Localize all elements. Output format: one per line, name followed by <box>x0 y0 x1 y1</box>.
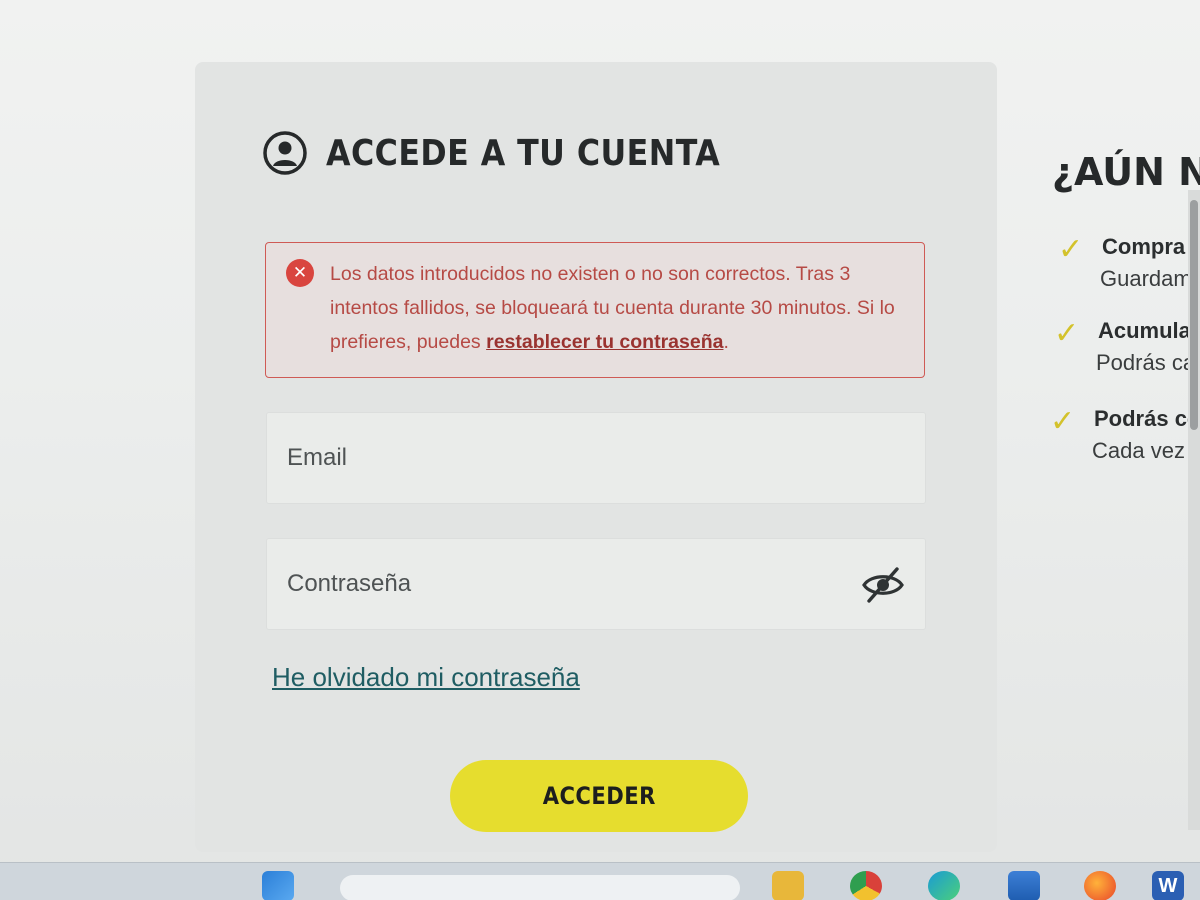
login-header: ACCEDE A TU CUENTA <box>262 130 774 176</box>
email-input[interactable] <box>267 413 925 503</box>
edge-icon[interactable] <box>928 871 960 900</box>
benefit-description: Guardam <box>1100 266 1192 291</box>
error-message-suffix: . <box>723 331 729 353</box>
benefit-description: Podrás ca <box>1096 350 1196 375</box>
email-field-wrapper <box>266 412 926 504</box>
check-icon: ✓ <box>1058 232 1084 267</box>
reset-password-link[interactable]: restablecer tu contraseña <box>486 331 723 353</box>
benefit-title: Compra r <box>1102 234 1200 259</box>
scrollbar-thumb[interactable] <box>1190 200 1198 430</box>
benefit-title: Acumula <box>1098 318 1191 343</box>
eye-slash-icon <box>862 567 904 603</box>
register-promo-title: ¿AÚN NO <box>1052 150 1200 194</box>
page-scrollbar[interactable] <box>1188 190 1200 830</box>
user-circle-icon <box>263 131 307 175</box>
taskbar-search-box[interactable] <box>340 875 740 900</box>
check-icon: ✓ <box>1054 316 1080 351</box>
taskbar: W <box>0 862 1200 900</box>
screen: ACCEDE A TU CUENTA ✕ Los datos introduci… <box>0 0 1200 900</box>
submit-button[interactable]: ACCEDER <box>450 760 748 832</box>
show-password-toggle[interactable] <box>859 561 907 609</box>
check-icon: ✓ <box>1050 404 1076 439</box>
windows-start-icon[interactable] <box>262 871 294 900</box>
firefox-icon[interactable] <box>1084 871 1116 900</box>
submit-button-label: ACCEDER <box>542 782 656 810</box>
password-field-wrapper <box>266 538 926 630</box>
page-title: ACCEDE A TU CUENTA <box>326 132 721 174</box>
file-explorer-icon[interactable] <box>772 871 804 900</box>
password-input[interactable] <box>267 539 925 629</box>
chrome-icon[interactable] <box>850 871 882 900</box>
store-icon[interactable] <box>1008 871 1040 900</box>
word-icon[interactable]: W <box>1152 871 1184 900</box>
benefit-title: Podrás co <box>1094 406 1200 431</box>
error-message: Los datos introducidos no existen o no s… <box>330 257 906 359</box>
error-x-icon: ✕ <box>286 259 314 287</box>
error-alert: ✕ Los datos introducidos no existen o no… <box>265 242 925 378</box>
benefit-description: Cada vez c <box>1092 438 1200 463</box>
forgot-password-link[interactable]: He olvidado mi contraseña <box>272 662 580 693</box>
